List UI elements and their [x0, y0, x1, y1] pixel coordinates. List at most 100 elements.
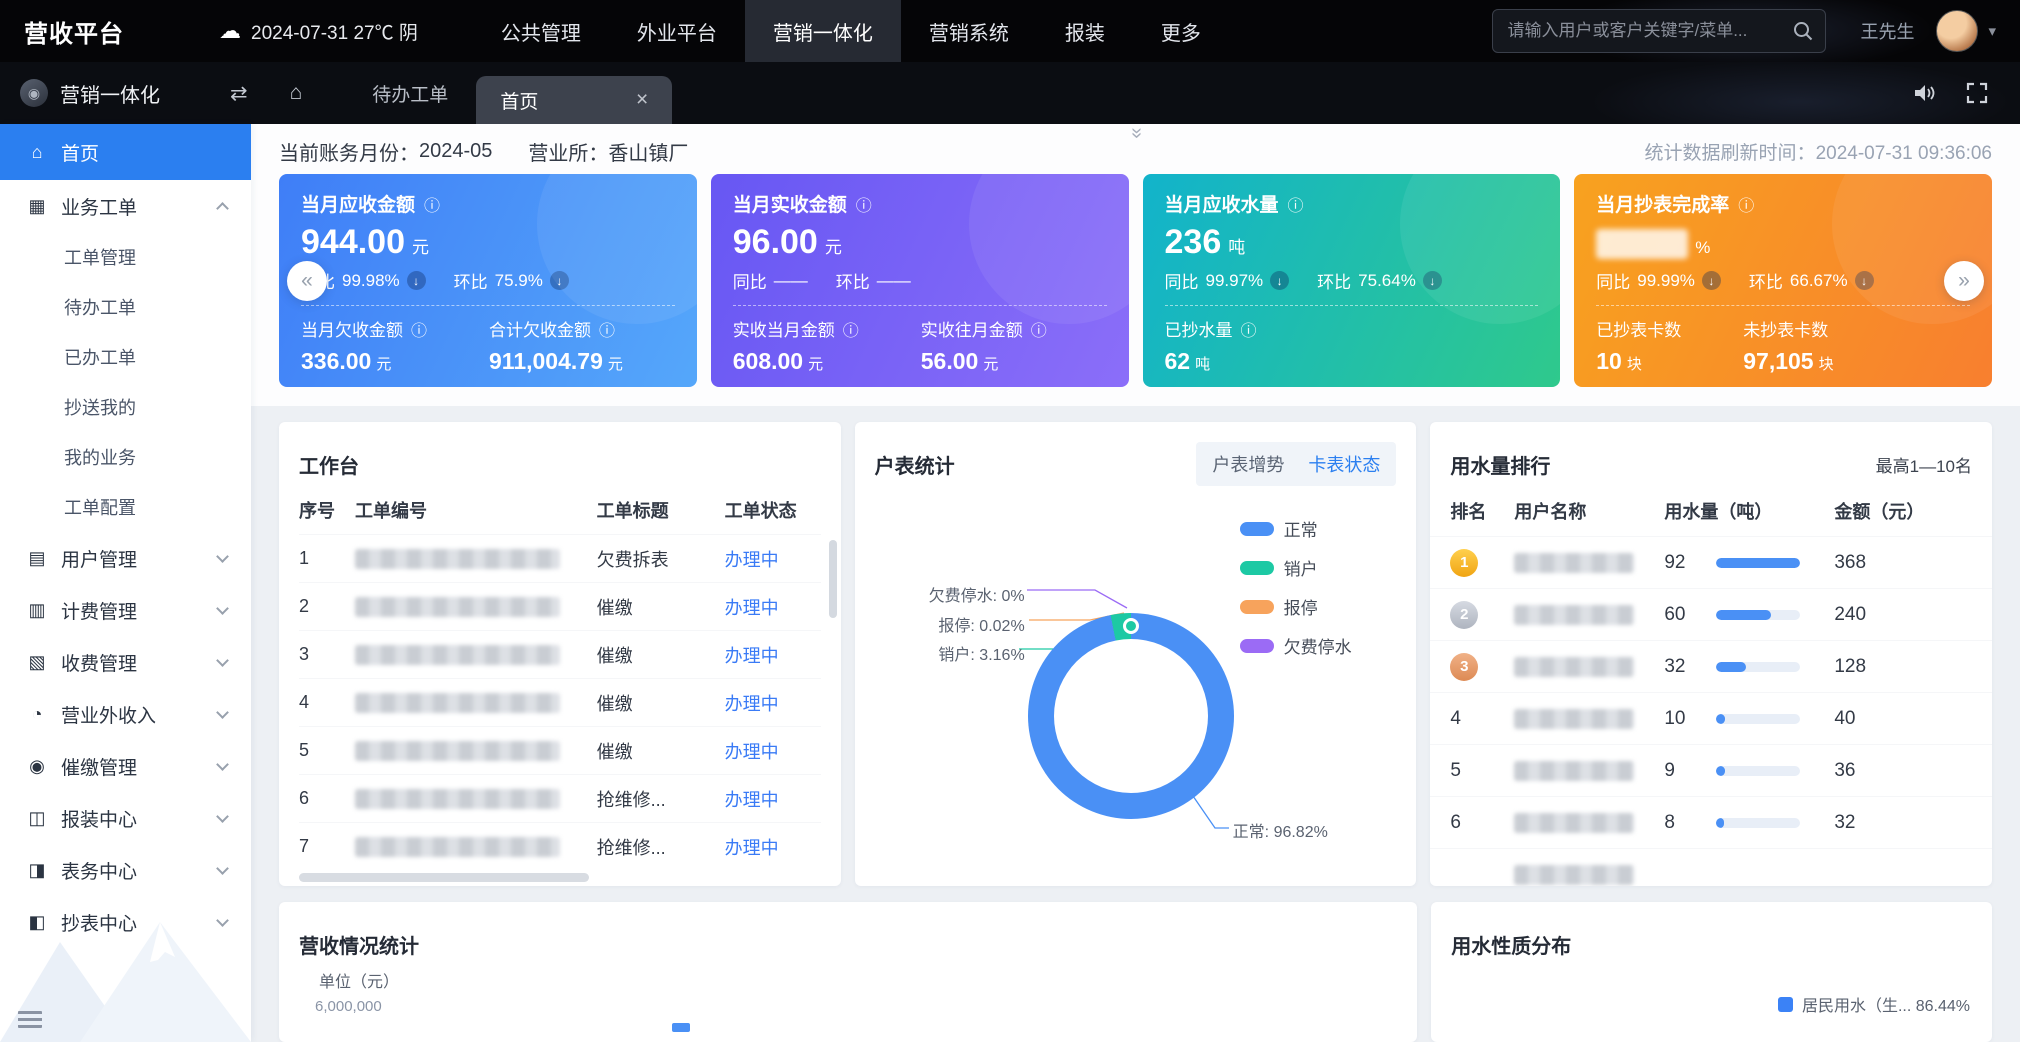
legend-item[interactable]: 正常: [1240, 516, 1352, 541]
speaker-icon[interactable]: [1912, 82, 1936, 104]
status-link[interactable]: 办理中: [725, 790, 779, 810]
avatar[interactable]: [1936, 10, 1978, 52]
chevron-down-icon: [216, 758, 229, 771]
meter-donut[interactable]: [1028, 613, 1234, 819]
legend-item[interactable]: 报停: [1240, 594, 1352, 619]
fullscreen-icon[interactable]: [1966, 82, 1988, 104]
sidebar-item-cc-me[interactable]: 抄送我的: [0, 382, 251, 432]
nav-item-marketing-integration[interactable]: 营销一体化: [745, 0, 901, 62]
sidebar-item-collection-mgmt[interactable]: ◉ 催缴管理: [0, 740, 251, 792]
info-icon[interactable]: ⓘ: [599, 317, 615, 341]
status-link[interactable]: 办理中: [725, 742, 779, 762]
status-link[interactable]: 办理中: [725, 646, 779, 666]
stat-cards-carousel: « » 当月应收金额ⓘ 944.00元 同比99.98%↓ 环比75.9%↓ 当…: [279, 174, 1992, 387]
legend-item[interactable]: 销户: [1240, 555, 1352, 580]
sub-label: 已抄表卡数: [1596, 316, 1681, 341]
legend-item[interactable]: 欠费停水: [1240, 633, 1352, 658]
home-icon[interactable]: ⌂: [290, 81, 303, 105]
sidebar-item-todo-orders[interactable]: 待办工单: [0, 282, 251, 332]
carousel-left-arrow[interactable]: «: [287, 261, 327, 301]
sidebar-item-order-config[interactable]: 工单配置: [0, 482, 251, 532]
search-input[interactable]: [1492, 9, 1826, 53]
mom-value: 75.9%: [495, 271, 543, 291]
sidebar-item-work-orders[interactable]: ▦ 业务工单: [0, 180, 251, 232]
table-row[interactable]: 5 催缴 办理中: [299, 726, 821, 774]
sidebar-item-meter-center[interactable]: ◨ 表务中心: [0, 844, 251, 896]
nav-item-installation[interactable]: 报装: [1037, 0, 1133, 62]
weather-widget: ☁ 2024-07-31 27℃ 阴: [219, 18, 418, 45]
row-title: 抢维修...: [597, 786, 725, 812]
sidebar-item-non-operating-income[interactable]: ◔ 营业外收入: [0, 688, 251, 740]
status-link[interactable]: 办理中: [725, 598, 779, 618]
row-no: 2: [299, 596, 355, 617]
table-row[interactable]: 1 欠费拆表 办理中: [299, 534, 821, 582]
card-sub-stat: 未抄表卡数 97,105块: [1743, 316, 1833, 375]
status-link[interactable]: 办理中: [725, 694, 779, 714]
sub-unit: 块: [1819, 356, 1834, 373]
main-nav: 公共管理 外业平台 营销一体化 营销系统 报装 更多: [473, 0, 1229, 62]
tab-todo-orders[interactable]: 待办工单: [344, 80, 476, 107]
sidebar-item-meter-reading-center[interactable]: ◧ 抄表中心: [0, 896, 251, 948]
sidebar-item-fee-mgmt[interactable]: ▧ 收费管理: [0, 636, 251, 688]
ranking-row: 6 8 32: [1430, 796, 1992, 848]
tab-home[interactable]: 首页 ×: [476, 76, 672, 124]
table-row[interactable]: 7 抢维修... 办理中: [299, 822, 821, 870]
vertical-scrollbar[interactable]: [829, 540, 837, 618]
nav-item-field-platform[interactable]: 外业平台: [609, 0, 745, 62]
col-header-amount: 金额（元）: [1834, 498, 1972, 524]
info-icon[interactable]: ⓘ: [424, 192, 440, 216]
legend-swatch: [1240, 522, 1274, 536]
table-row[interactable]: 3 催缴 办理中: [299, 630, 821, 678]
revenue-bar-sliver: [672, 1023, 690, 1032]
sidebar-item-label: 待办工单: [64, 294, 136, 320]
card-sub-stat: 实收当月金额ⓘ 608.00元: [733, 316, 859, 375]
search-icon[interactable]: [1792, 20, 1814, 42]
sidebar-item-billing-mgmt[interactable]: ▥ 计费管理: [0, 584, 251, 636]
sidebar-item-my-business[interactable]: 我的业务: [0, 432, 251, 482]
chevron-down-icon[interactable]: ▾: [1988, 22, 1996, 40]
nav-item-marketing-system[interactable]: 营销系统: [901, 0, 1037, 62]
info-icon[interactable]: ⓘ: [1241, 317, 1257, 341]
nav-item-public-mgmt[interactable]: 公共管理: [473, 0, 609, 62]
redacted-order-id: [355, 789, 560, 809]
info-icon[interactable]: ⓘ: [856, 192, 872, 216]
username[interactable]: 王先生: [1860, 18, 1914, 44]
card-value: 944.00: [301, 223, 405, 261]
legend-item[interactable]: 居民用水（生... 86.44%: [1778, 992, 1970, 1016]
sidebar-item-installation-center[interactable]: ◫ 报装中心: [0, 792, 251, 844]
info-icon[interactable]: ⓘ: [411, 317, 427, 341]
sidebar-item-home[interactable]: ⌂ 首页: [0, 124, 251, 180]
status-link[interactable]: 办理中: [725, 550, 779, 570]
account-month-label: 当前账务月份：: [279, 137, 419, 166]
sidebar-item-done-orders[interactable]: 已办工单: [0, 332, 251, 382]
info-icon[interactable]: ⓘ: [1288, 192, 1304, 216]
info-icon[interactable]: ⓘ: [1031, 317, 1047, 341]
redacted-value: [1596, 229, 1688, 259]
silver-medal-icon: 2: [1450, 601, 1478, 629]
horizontal-scrollbar[interactable]: [299, 873, 589, 882]
close-icon[interactable]: ×: [636, 88, 648, 112]
collapse-toggle-icon[interactable]: «: [1127, 127, 1145, 138]
info-icon[interactable]: ⓘ: [1738, 192, 1754, 216]
table-row[interactable]: 4 催缴 办理中: [299, 678, 821, 726]
table-row[interactable]: 6 抢维修... 办理中: [299, 774, 821, 822]
trend-down-icon: ↓: [1855, 271, 1874, 290]
redacted-order-id: [355, 549, 560, 569]
table-row[interactable]: 2 催缴 办理中: [299, 582, 821, 630]
sub-value: 56.00: [921, 348, 979, 374]
nav-item-more[interactable]: 更多: [1133, 0, 1229, 62]
info-icon[interactable]: ⓘ: [843, 317, 859, 341]
sidebar: ⌂ 首页 ▦ 业务工单 工单管理 待办工单 已办工单 抄送我的 我的业务 工单配…: [0, 124, 251, 1042]
tab-card-meter-status[interactable]: 卡表状态: [1308, 451, 1380, 477]
sidebar-item-label: 催缴管理: [61, 753, 137, 780]
carousel-right-arrow[interactable]: »: [1944, 261, 1984, 301]
sub-value: 62: [1165, 348, 1191, 374]
swap-tabs-icon[interactable]: ⇄: [230, 81, 248, 106]
sidebar-item-order-mgmt[interactable]: 工单管理: [0, 232, 251, 282]
mom-value: 66.67%: [1790, 271, 1848, 291]
menu-list-icon[interactable]: [18, 1011, 42, 1028]
weather-text: 2024-07-31 27℃ 阴: [251, 18, 418, 45]
status-link[interactable]: 办理中: [725, 838, 779, 858]
tab-meter-growth[interactable]: 户表增势: [1212, 451, 1284, 477]
sidebar-item-user-mgmt[interactable]: ▤ 用户管理: [0, 532, 251, 584]
